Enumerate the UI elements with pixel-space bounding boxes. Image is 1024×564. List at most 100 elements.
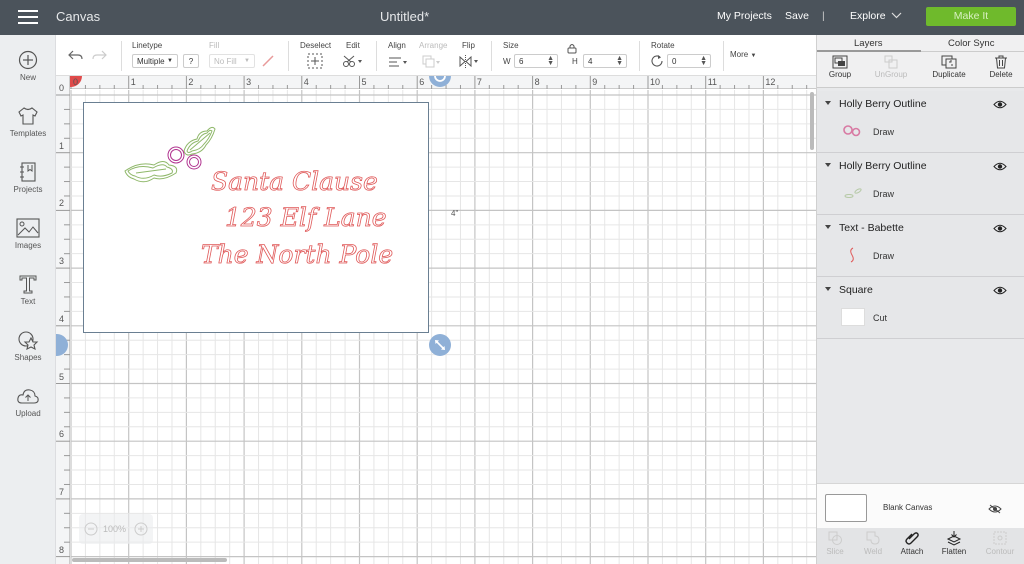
rotate-input[interactable]: 0 ▲ ▼ [667,54,711,68]
stepper-icon[interactable]: ▲ ▼ [700,55,707,67]
stepper-icon[interactable]: ▲ ▼ [547,55,554,67]
fill-color-swatch-icon[interactable] [261,54,275,68]
sidebar-item-shapes[interactable]: Shapes [0,330,56,362]
selected-design-group[interactable]: Santa Clause 123 Elf Lane The North Pole [83,102,429,333]
deselect-icon[interactable] [307,53,323,69]
scale-handle[interactable] [429,334,451,356]
align-icon[interactable] [388,56,410,68]
undo-icon[interactable] [67,49,83,61]
stepper-icon[interactable]: ▲ ▼ [616,55,623,67]
delete-label: Delete [989,70,1013,79]
delete-button[interactable]: Delete [975,55,1024,79]
arrange-icon[interactable] [422,55,442,69]
save-button[interactable]: Save [785,10,809,22]
flatten-button[interactable]: Flatten [933,530,975,556]
width-label: W [503,57,511,66]
zoom-in-icon[interactable] [134,522,148,536]
sidebar-item-new[interactable]: New [0,50,56,82]
layer-operation: Draw [873,127,895,137]
rotate-label: Rotate [651,41,675,50]
rotate-handle[interactable] [429,76,451,87]
chevron-down-icon[interactable] [891,12,902,19]
horizontal-scrollbar[interactable] [72,558,227,562]
ruler-x-label: 7 [476,77,482,87]
expand-caret-icon[interactable] [825,225,831,229]
eye-visible-icon[interactable] [993,224,1007,233]
address-line-2: 123 Elf Lane [225,203,387,232]
divider [288,41,289,71]
notebook-icon [20,162,36,182]
ruler-y-label: 6 [59,429,65,440]
sidebar-item-images[interactable]: Images [0,218,56,250]
explore-menu[interactable]: Explore [850,10,886,22]
eye-visible-icon[interactable] [993,162,1007,171]
app-title: Canvas [56,9,101,24]
fill-select[interactable]: No Fill ▼ [209,54,255,68]
tshirt-icon [18,107,38,125]
slice-icon [828,531,842,545]
sidebar-label: Images [14,241,42,250]
height-input[interactable]: 4 ▲ ▼ [583,54,627,68]
holly-leaf-left [124,161,178,183]
redo-icon[interactable] [92,49,108,61]
layer-row[interactable]: Text - Babette Draw [817,215,1024,277]
expand-caret-icon[interactable] [825,163,831,167]
layer-title: Holly Berry Outline [839,160,927,172]
expand-caret-icon[interactable] [825,287,831,291]
linetype-value: Multiple [137,57,165,66]
sidebar-item-projects[interactable]: Projects [0,162,56,194]
my-projects-link[interactable]: My Projects [717,10,772,22]
text-thumbnail-icon [850,247,854,263]
layers-panel: Layers Color Sync Group UnGroup Duplicat… [816,35,1024,564]
sidebar-item-text[interactable]: Text [0,274,56,306]
design-canvas[interactable]: Santa Clause 123 Elf Lane The North Pole… [56,76,816,564]
width-input[interactable]: 6 ▲ ▼ [514,54,558,68]
more-menu[interactable]: More ▼ [730,50,756,59]
resize-arrow-icon [435,340,445,350]
width-value: 6 [519,57,524,66]
weld-button[interactable]: Weld [852,530,894,556]
eye-visible-icon[interactable] [993,100,1007,109]
layer-row[interactable]: Holly Berry Outline Draw [817,91,1024,153]
linetype-help-button[interactable]: ? [183,54,199,68]
ruler-y-label: 5 [59,371,65,382]
ruler-y-label: 7 [59,486,65,497]
eye-hidden-icon[interactable] [988,504,1002,514]
height-dimension-label: 4" [451,209,459,218]
make-it-button[interactable]: Make It [926,7,1016,26]
expand-caret-icon[interactable] [825,101,831,105]
linetype-select[interactable]: Multiple ▼ [132,54,178,68]
leaves-thumbnail-icon [844,188,862,198]
lock-icon[interactable] [567,43,577,54]
tab-color-sync[interactable]: Color Sync [948,38,994,49]
sidebar-label: New [19,73,36,82]
sidebar-item-upload[interactable]: Upload [0,386,56,418]
dropdown-arrow-icon: ▼ [167,58,173,64]
ruler-x-label: 8 [534,77,540,87]
ungroup-button[interactable]: UnGroup [865,55,917,79]
tab-layers[interactable]: Layers [854,38,883,49]
blank-canvas-row[interactable]: Blank Canvas [817,483,1024,528]
contour-button[interactable]: Contour [979,530,1021,556]
ruler-x-label: 10 [650,77,661,87]
edit-scissors-icon[interactable] [342,54,364,68]
group-button[interactable]: Group [814,55,866,79]
document-title: Untitled* [380,9,430,24]
canvas-color-swatch[interactable] [825,494,867,522]
layer-row[interactable]: Square Cut [817,277,1024,339]
vertical-scrollbar[interactable] [810,92,814,150]
sidebar-item-templates[interactable]: Templates [0,106,56,138]
height-value: 4 [588,57,593,66]
layer-title: Holly Berry Outline [839,98,927,110]
layer-row[interactable]: Holly Berry Outline Draw [817,153,1024,215]
duplicate-button[interactable]: Duplicate [923,55,975,79]
slice-button[interactable]: Slice [814,530,856,556]
flip-icon[interactable] [459,55,481,68]
align-label: Align [388,41,406,50]
eye-visible-icon[interactable] [993,286,1007,295]
hamburger-menu-icon[interactable] [18,10,38,24]
attach-button[interactable]: Attach [891,530,933,556]
zoom-out-icon[interactable] [84,522,98,536]
topbar-divider: | [822,10,825,22]
ruler-x-label: 11 [707,77,718,87]
